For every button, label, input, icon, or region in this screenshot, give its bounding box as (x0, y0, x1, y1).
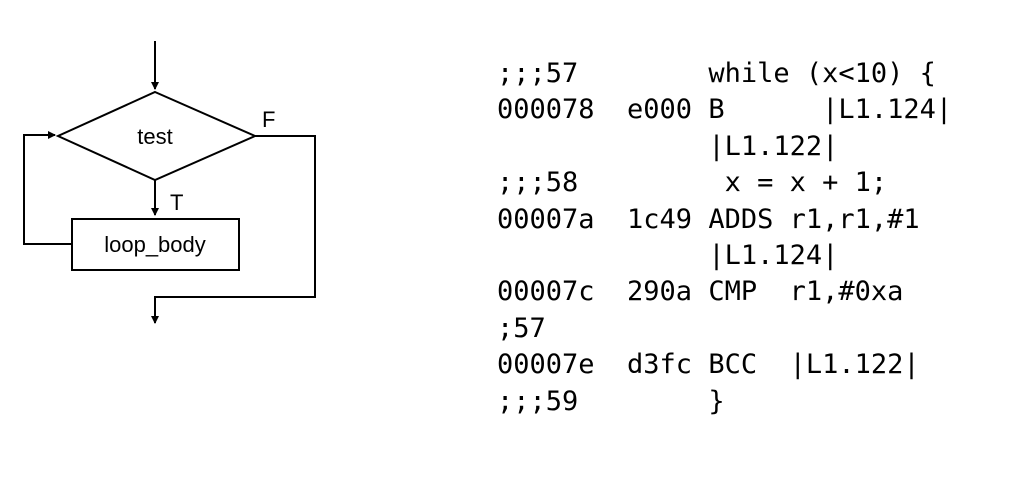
decision-label: test (137, 124, 172, 149)
assembly-listing: ;;;57 while (x<10) { 000078 e000 B |L1.1… (497, 56, 952, 420)
code-line: ;;;57 while (x<10) { (497, 58, 936, 89)
code-line: 00007e d3fc BCC |L1.122| (497, 349, 920, 381)
code-line: |L1.122| (497, 130, 839, 162)
code-line: ;;;58 x = x + 1; (497, 167, 888, 199)
loop-body-label: loop_body (104, 232, 206, 257)
code-line: ;57 (497, 312, 546, 344)
true-label: T (170, 190, 183, 215)
loop-back-arrow (23, 131, 72, 245)
code-line: 00007a 1c49 ADDS r1,r1,#1 (497, 203, 920, 235)
loop-flowchart: test T loop_body F (23, 41, 316, 324)
code-line: ;;;59 } (497, 385, 725, 417)
code-line: |L1.124| (497, 239, 839, 271)
false-label: F (262, 107, 275, 132)
code-line: 00007c 290a CMP r1,#0xa (497, 276, 904, 308)
code-line: 000078 e000 B |L1.124| (497, 94, 953, 126)
